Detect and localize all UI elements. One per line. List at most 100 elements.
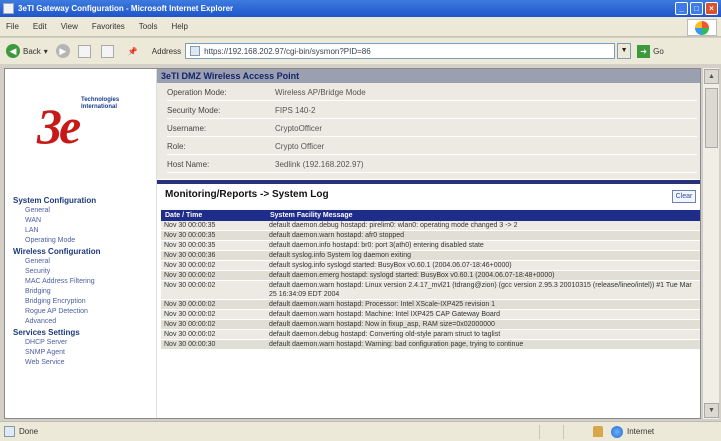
info-label: Username:: [167, 124, 207, 133]
table-row: Nov 30 00:00:36 default syslog.info Syste…: [161, 250, 700, 261]
status-cell: [539, 424, 563, 439]
log-time: Nov 30 00:00:35: [161, 240, 266, 251]
nav-item-bridging[interactable]: Bridging: [13, 287, 155, 297]
address-bar[interactable]: https://192.168.202.97/cgi-bin/sysmon?PI…: [185, 43, 616, 59]
nav-item-lan[interactable]: LAN: [13, 226, 155, 236]
nav-item-snmp[interactable]: SNMP Agent: [13, 348, 155, 358]
nav-item-system-general[interactable]: General: [13, 206, 155, 216]
menu-tools[interactable]: Tools: [139, 22, 158, 31]
info-row: Security Mode: FIPS 140-2: [167, 103, 697, 119]
log-time: Nov 30 00:00:30: [161, 339, 266, 350]
info-label: Role:: [167, 142, 186, 151]
minimize-icon[interactable]: _: [675, 2, 688, 15]
menu-favorites[interactable]: Favorites: [92, 22, 125, 31]
status-cell: [563, 424, 587, 439]
lock-icon: [593, 426, 603, 437]
log-message: default daemon.warn hostapd: Machine: In…: [266, 309, 700, 320]
nav-item-rogue-ap[interactable]: Rogue AP Detection: [13, 307, 155, 317]
back-dropdown-icon[interactable]: ▾: [44, 47, 48, 56]
nav-item-wireless-general[interactable]: General: [13, 257, 155, 267]
table-row: Nov 30 00:00:35 default daemon.info hosta…: [161, 240, 700, 251]
table-row: Nov 30 00:00:02 default daemon.warn hosta…: [161, 280, 700, 300]
table-row: Nov 30 00:00:35 default daemon.debug host…: [161, 221, 700, 231]
nav-section-wireless[interactable]: Wireless Configuration: [13, 246, 155, 257]
status-text: Done: [19, 427, 39, 436]
forward-arrow-icon[interactable]: ▶: [55, 44, 70, 58]
close-icon[interactable]: ×: [705, 2, 718, 15]
refresh-icon[interactable]: [100, 44, 114, 58]
log-message: default daemon.info hostapd: br0: port 3…: [266, 240, 700, 251]
section-divider: [157, 180, 700, 184]
clear-log-button[interactable]: Clear: [672, 190, 696, 203]
toolbar: ◀ Back ▾ ▶ 📌 Address https://192.168.202…: [0, 38, 721, 64]
nav-section-system[interactable]: System Configuration: [13, 195, 155, 206]
ap-header: 3eTI DMZ Wireless Access Point: [157, 69, 700, 83]
table-row: Nov 30 00:00:02 default daemon.warn hosta…: [161, 309, 700, 320]
nav-item-mac-filtering[interactable]: MAC Address Filtering: [13, 277, 155, 287]
main-panel: 3eTI DMZ Wireless Access Point Operation…: [157, 69, 700, 418]
log-message: default daemon.emerg hostapd: syslogd st…: [266, 270, 700, 281]
info-label: Security Mode:: [167, 106, 221, 115]
vertical-scrollbar[interactable]: ▲ ▼: [702, 68, 719, 419]
nav-item-advanced[interactable]: Advanced: [13, 317, 155, 327]
nav-item-wan[interactable]: WAN: [13, 216, 155, 226]
table-row: Nov 30 00:00:02 default daemon.emerg host…: [161, 270, 700, 281]
nav-item-bridging-encryption[interactable]: Bridging Encryption: [13, 297, 155, 307]
log-message: default daemon.warn hostapd: Linux versi…: [266, 280, 700, 300]
log-time: Nov 30 00:00:02: [161, 329, 266, 340]
back-arrow-icon: ◀: [6, 44, 20, 58]
info-value: FIPS 140-2: [275, 106, 316, 115]
log-message: default daemon.warn hostapd: Warning: ba…: [266, 339, 700, 350]
info-label: Host Name:: [167, 160, 210, 169]
info-value: Crypto Officer: [275, 142, 325, 151]
log-time: Nov 30 00:00:02: [161, 319, 266, 330]
info-row: Username: CryptoOfficer: [167, 121, 697, 137]
table-row: Nov 30 00:00:02 default syslog.info syslo…: [161, 260, 700, 271]
log-time: Nov 30 00:00:02: [161, 260, 266, 271]
log-time: Nov 30 00:00:02: [161, 309, 266, 320]
company-logo: 3e Technologies International: [37, 91, 120, 161]
internet-zone-icon: [611, 425, 623, 438]
go-button[interactable]: ➜ Go: [637, 44, 664, 58]
table-row: Nov 30 00:00:02 default daemon.warn hosta…: [161, 319, 700, 330]
maximize-icon[interactable]: □: [690, 2, 703, 15]
ie-throbber-icon: [687, 19, 717, 36]
log-time: Nov 30 00:00:35: [161, 221, 266, 231]
log-message: default syslog.info syslogd started: Bus…: [266, 260, 700, 271]
nav-section-services[interactable]: Services Settings: [13, 327, 155, 338]
scroll-up-icon[interactable]: ▲: [704, 69, 719, 84]
scroll-down-icon[interactable]: ▼: [704, 403, 719, 418]
nav-item-operating-mode[interactable]: Operating Mode: [13, 236, 155, 246]
status-bar: Done Internet: [0, 421, 721, 441]
back-label: Back: [23, 46, 41, 56]
info-label: Operation Mode:: [167, 88, 227, 97]
page-content: 3e Technologies International System Con…: [4, 68, 701, 419]
menu-file[interactable]: File: [6, 22, 19, 31]
logo-tagline-1: Technologies: [81, 97, 120, 103]
log-time: Nov 30 00:00:02: [161, 280, 266, 300]
log-message: default daemon.debug hostapd: Converting…: [266, 329, 700, 340]
page-title: Monitoring/Reports -> System Log: [165, 189, 329, 200]
pin-icon[interactable]: 📌: [128, 47, 138, 56]
window-title-bar: 3eTI Gateway Configuration - Microsoft I…: [0, 0, 721, 17]
menu-edit[interactable]: Edit: [33, 22, 47, 31]
nav-item-web-service[interactable]: Web Service: [13, 358, 155, 368]
scroll-thumb[interactable]: [705, 88, 718, 148]
log-time: Nov 30 00:00:36: [161, 250, 266, 261]
stop-icon[interactable]: [77, 44, 91, 58]
column-header-date-time: Date / Time: [161, 210, 266, 221]
nav-item-dhcp[interactable]: DHCP Server: [13, 338, 155, 348]
nav-item-security[interactable]: Security: [13, 267, 155, 277]
page-done-icon: [4, 426, 15, 437]
ie-page-icon: [3, 3, 14, 14]
info-row: Role: Crypto Officer: [167, 139, 697, 155]
info-row: Host Name: 3edlink (192.168.202.97): [167, 157, 697, 173]
menu-help[interactable]: Help: [171, 22, 187, 31]
back-button[interactable]: ◀ Back ▾: [6, 44, 48, 58]
window-title: 3eTI Gateway Configuration - Microsoft I…: [18, 4, 234, 13]
menu-view[interactable]: View: [61, 22, 78, 31]
address-dropdown-icon[interactable]: ▼: [617, 43, 632, 59]
info-value: CryptoOfficer: [275, 124, 322, 133]
go-arrow-icon: ➜: [637, 44, 651, 58]
info-value: 3edlink (192.168.202.97): [275, 160, 364, 169]
